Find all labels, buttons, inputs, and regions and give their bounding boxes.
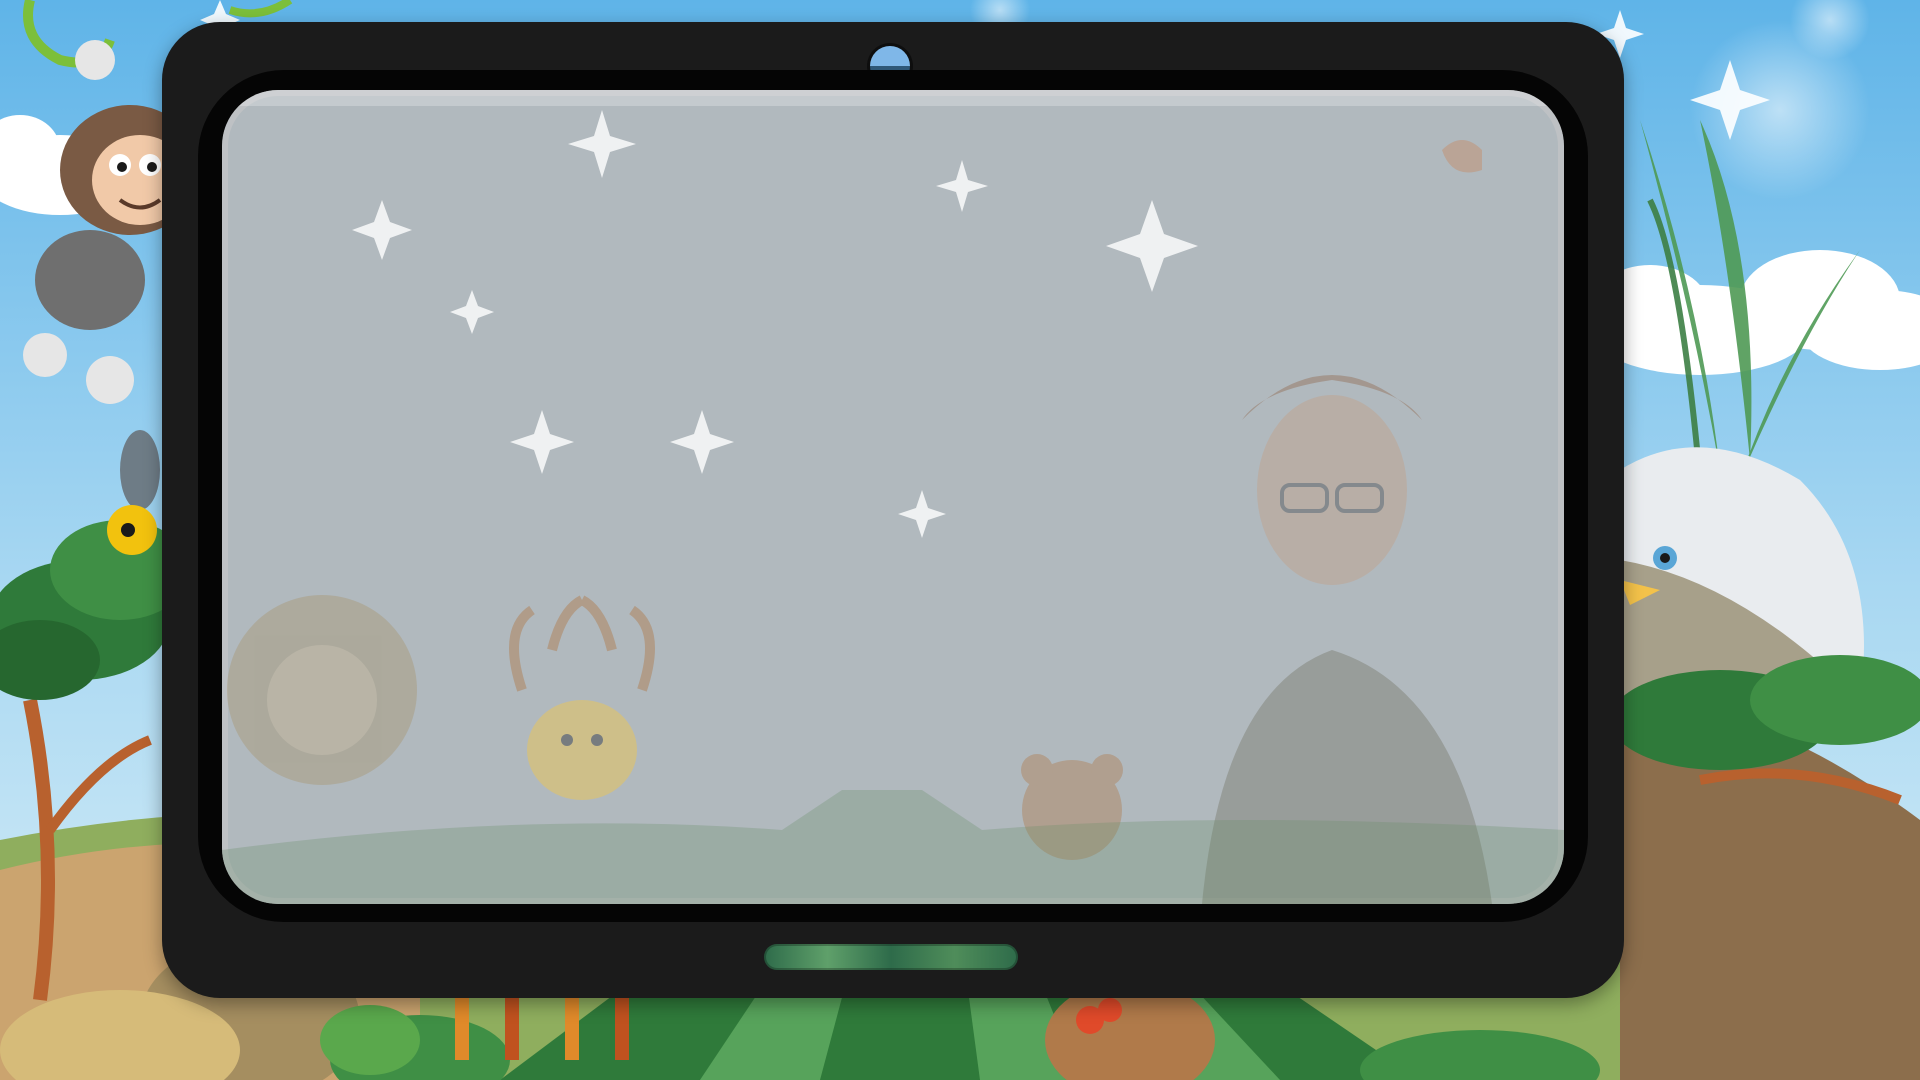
tablet-screen[interactable] — [222, 90, 1564, 904]
tablet-frame — [162, 22, 1624, 998]
home-button[interactable] — [764, 944, 1018, 970]
deer-icon — [509, 595, 655, 800]
lion-icon — [227, 595, 417, 785]
sparkle-icon — [352, 110, 1198, 538]
screen-faded-illustration — [222, 110, 1564, 904]
bird-icon — [1442, 140, 1482, 173]
